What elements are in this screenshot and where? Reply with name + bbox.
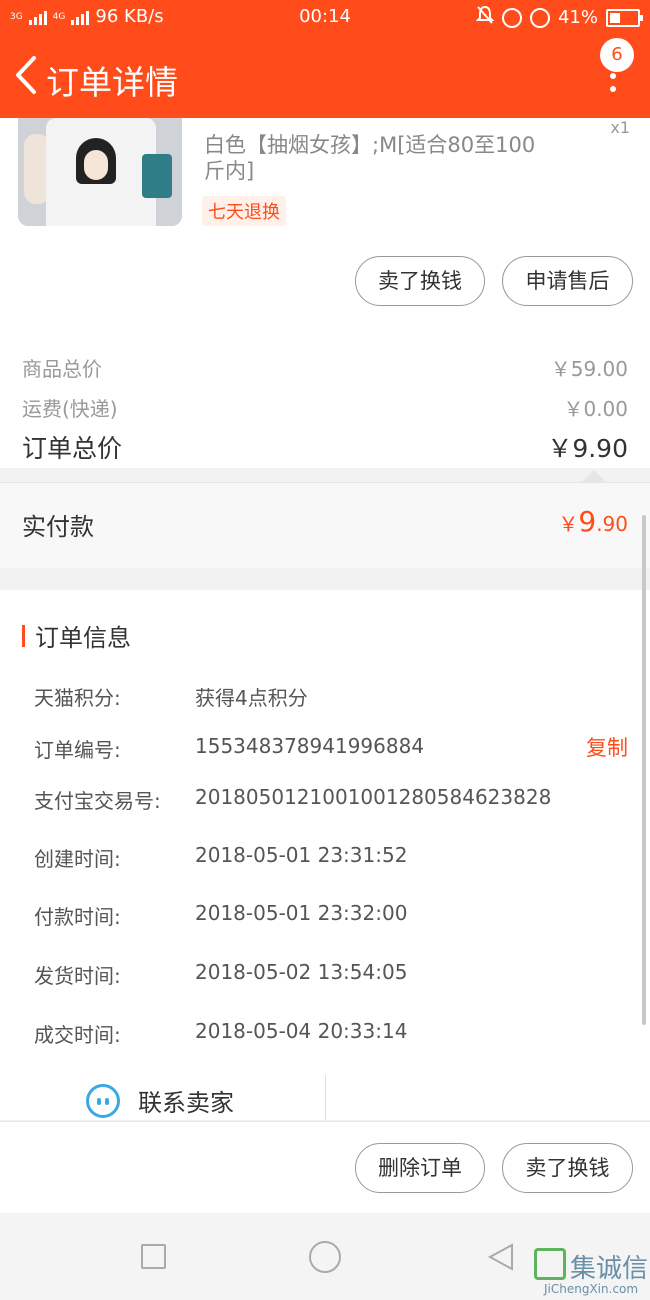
- contact-seller-button[interactable]: 联系卖家: [86, 1083, 234, 1118]
- shipping-label: 运费(快递): [22, 397, 118, 421]
- service-tag: 七天退换: [202, 196, 286, 226]
- info-row-completed: 成交时间: 2018-05-04 20:33:14: [34, 1019, 628, 1048]
- paid-amount: ￥9.90: [558, 505, 628, 538]
- status-right: 41%: [475, 5, 643, 30]
- info-value: 2018-05-04 20:33:14: [195, 1019, 408, 1043]
- goods-total-value: ￥59.00: [550, 357, 628, 381]
- back-button[interactable]: [8, 52, 44, 98]
- watermark-logo-icon: [534, 1248, 566, 1280]
- contact-seller-label: 联系卖家: [138, 1089, 234, 1117]
- vertical-divider: [325, 1075, 326, 1120]
- info-key: 支付宝交易号:: [34, 789, 161, 813]
- page-title: 订单详情: [46, 63, 178, 102]
- info-key: 成交时间:: [34, 1023, 121, 1047]
- message-count-badge: 6: [600, 38, 634, 72]
- back-triangle-icon[interactable]: [486, 1242, 516, 1276]
- goods-total-row: 商品总价 ￥59.00: [22, 353, 628, 382]
- status-bar: 3G 4G 96 KB/s 00:14 41%: [0, 0, 650, 34]
- sell-item-button[interactable]: 卖了换钱: [355, 256, 485, 306]
- more-dot-icon: [610, 86, 616, 92]
- watermark: 集诚信 JiChengXin.com: [532, 1248, 650, 1300]
- paid-integer: 9: [578, 505, 597, 538]
- product-quantity: x1: [610, 118, 630, 137]
- info-key: 天猫积分:: [34, 686, 121, 710]
- chat-face-icon: [86, 1083, 120, 1118]
- info-key: 订单编号:: [34, 738, 121, 762]
- info-row-alipay-number: 支付宝交易号: 2018050121001001280584623828: [34, 785, 628, 814]
- info-value: 2018050121001001280584623828: [195, 785, 552, 809]
- silent-bell-icon: [475, 5, 495, 30]
- order-total-label: 订单总价: [22, 434, 123, 463]
- info-key: 创建时间:: [34, 847, 121, 871]
- tooltip-notch: [582, 470, 606, 482]
- app-header: 3G 4G 96 KB/s 00:14 41% 订单详情 6: [0, 0, 650, 118]
- info-key: 付款时间:: [34, 905, 121, 929]
- info-row-created: 创建时间: 2018-05-01 23:31:52: [34, 843, 628, 872]
- battery-icon: [606, 8, 643, 27]
- order-info-title: 订单信息: [35, 624, 131, 652]
- order-total-row: 订单总价 ￥9.90: [22, 429, 628, 465]
- goods-total-label: 商品总价: [22, 357, 102, 381]
- product-sku: 白色【抽烟女孩】;M[适合80至100斤内]: [204, 133, 536, 183]
- info-key: 发货时间:: [34, 964, 121, 988]
- shipping-row: 运费(快递) ￥0.00: [22, 393, 628, 422]
- product-thumbnail[interactable]: [18, 118, 182, 226]
- watermark-text: 集诚信: [570, 1254, 649, 1284]
- info-value: 2018-05-01 23:32:00: [195, 901, 408, 925]
- info-row-order-number: 订单编号: 155348378941996884: [34, 734, 628, 763]
- watermark-sub: JiChengXin.com: [544, 1282, 639, 1296]
- scrollbar[interactable]: [642, 515, 646, 1025]
- paid-decimal: .90: [596, 512, 628, 536]
- shipping-value: ￥0.00: [563, 397, 628, 421]
- product-card: x1 白色【抽烟女孩】;M[适合80至100斤内] 七天退换 卖了换钱 申请售后…: [0, 118, 650, 468]
- info-row-points: 天猫积分: 获得4点积分: [34, 682, 628, 711]
- order-info-header: 订单信息: [22, 618, 131, 653]
- alarm-icon: [529, 7, 550, 28]
- sell-item-bottom-button[interactable]: 卖了换钱: [502, 1143, 633, 1193]
- more-dot-icon: [610, 73, 616, 79]
- chevron-left-icon: [16, 56, 36, 94]
- copy-order-number-button[interactable]: 复制: [586, 732, 628, 762]
- rotation-lock-icon: [501, 7, 522, 28]
- recents-square-icon[interactable]: [141, 1244, 166, 1269]
- info-value: 2018-05-02 13:54:05: [195, 960, 408, 984]
- info-value: 155348378941996884: [195, 734, 425, 758]
- apply-aftersale-button[interactable]: 申请售后: [502, 256, 633, 306]
- paid-label: 实付款: [22, 513, 94, 541]
- info-row-paid: 付款时间: 2018-05-01 23:32:00: [34, 901, 628, 930]
- delete-order-button[interactable]: 删除订单: [355, 1143, 485, 1193]
- section-accent-bar: [22, 624, 25, 647]
- info-value: 2018-05-01 23:31:52: [195, 843, 408, 867]
- order-total-value: ￥9.90: [547, 434, 628, 463]
- info-row-shipped: 发货时间: 2018-05-02 13:54:05: [34, 960, 628, 989]
- home-circle-icon[interactable]: [309, 1241, 341, 1273]
- paid-amount-section: 实付款 ￥9.90: [0, 482, 650, 568]
- info-value: 获得4点积分: [195, 686, 308, 710]
- order-info-section: 订单信息 天猫积分: 获得4点积分 订单编号: 1553483789419968…: [0, 590, 650, 1120]
- paid-currency: ￥: [558, 512, 579, 536]
- bottom-action-bar: 删除订单 卖了换钱: [0, 1121, 650, 1213]
- battery-percent: 41%: [557, 7, 598, 28]
